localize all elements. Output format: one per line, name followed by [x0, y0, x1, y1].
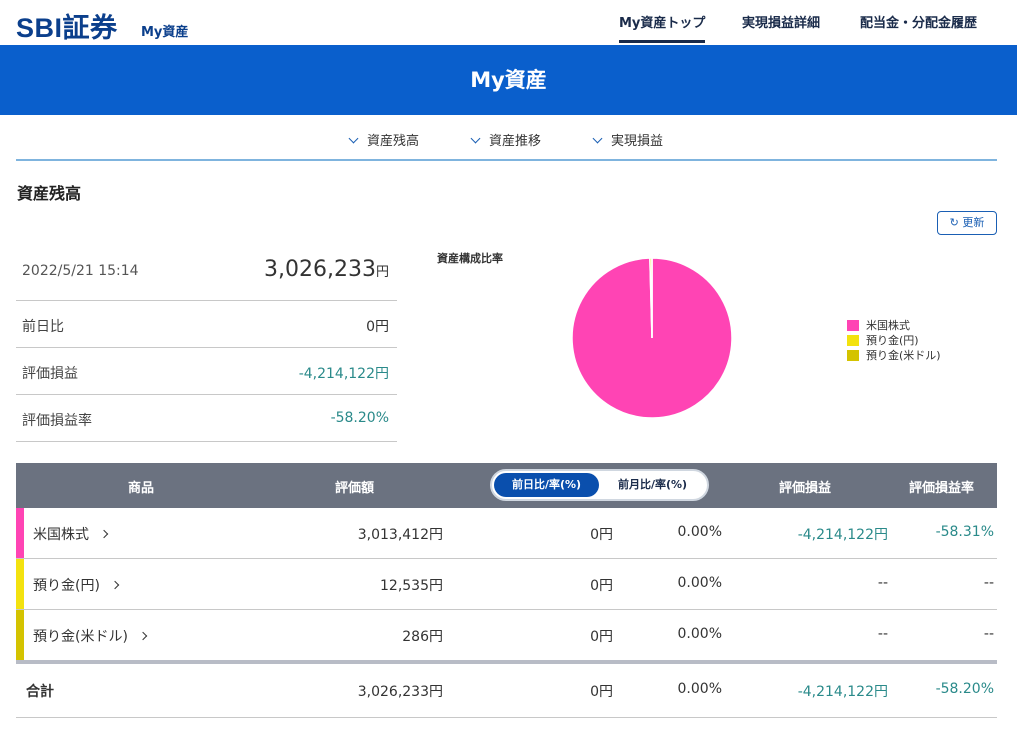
- summary-label: 評価損益: [22, 366, 78, 382]
- chevron-down-icon: [470, 133, 481, 144]
- row-pl-rate: --: [983, 575, 994, 591]
- table-header: 商品 評価額 前日比/率(%) 前月比/率(%) 評価損益 評価損益率: [16, 463, 997, 508]
- summary-value: -58.20%: [330, 410, 389, 426]
- col-pl: 評価損益: [779, 481, 832, 496]
- total-diff: 0円: [590, 684, 613, 700]
- legend-swatch: [847, 350, 859, 361]
- comparison-toggle[interactable]: 前日比/率(%) 前月比/率(%): [490, 469, 709, 501]
- row-color-bar: [16, 610, 24, 660]
- row-valuation: 12,535円: [380, 578, 443, 594]
- total-rate: 0.00%: [677, 681, 722, 697]
- legend-label: 預り金(円): [866, 334, 919, 347]
- summary-label: 評価損益率: [22, 413, 92, 429]
- row-product-link[interactable]: 預り金(米ドル): [33, 626, 148, 646]
- anchor-label: 資産残高: [367, 134, 420, 149]
- total-unit: 円: [375, 265, 389, 280]
- page-banner: My資産: [0, 45, 1017, 115]
- row-diff: 0円: [590, 527, 613, 543]
- table-row: 米国株式 3,013,412円 0円 0.00% -4,214,122円 -58…: [16, 508, 997, 559]
- total-row: 合計 3,026,233円 0円 0.00% -4,214,122円 -58.2…: [16, 664, 997, 718]
- row-product-name: 米国株式: [33, 527, 89, 543]
- total-valuation: 3,026,233円: [357, 684, 443, 700]
- legend-label: 米国株式: [866, 319, 910, 332]
- summary-panel: 2022/5/21 15:14 3,026,233円 前日比 0円 評価損益 -…: [16, 241, 397, 442]
- legend-item: 預り金(円): [847, 333, 941, 348]
- asset-composition-pie-chart: [571, 257, 733, 419]
- chevron-right-icon: [99, 529, 109, 539]
- row-product-link[interactable]: 米国株式: [33, 524, 109, 544]
- anchor-nav: 資産残高 資産推移 実現損益: [16, 115, 997, 161]
- toggle-daily[interactable]: 前日比/率(%): [494, 473, 599, 497]
- toggle-monthly[interactable]: 前月比/率(%): [600, 473, 705, 497]
- chart-title: 資産構成比率: [437, 252, 503, 265]
- row-rate: 0.00%: [677, 626, 722, 642]
- col-pl-rate: 評価損益率: [909, 481, 975, 496]
- row-pl-rate: --: [983, 626, 994, 642]
- top-header: SBI証券 My資産 My資産トップ 実現損益詳細 配当金・分配金履歴: [0, 0, 1017, 45]
- section-title: 資産残高: [17, 184, 82, 203]
- total-amount: 3,026,233: [264, 257, 376, 282]
- chart-legend: 米国株式預り金(円) 預り金(米ドル): [847, 318, 941, 363]
- summary-datetime: 2022/5/21 15:14: [22, 263, 139, 279]
- col-product: 商品: [128, 481, 155, 496]
- row-rate: 0.00%: [677, 524, 722, 540]
- table-row: 預り金(米ドル) 286円 0円 0.00% -- --: [16, 610, 997, 660]
- summary-label: 前日比: [22, 319, 64, 335]
- chevron-right-icon: [138, 631, 148, 641]
- legend-item: 預り金(米ドル): [847, 348, 941, 363]
- summary-total: 3,026,233円: [264, 257, 389, 282]
- summary-row: 評価損益 -4,214,122円: [16, 348, 397, 395]
- row-product-name: 預り金(円): [33, 578, 100, 594]
- row-product-name: 預り金(米ドル): [33, 629, 128, 645]
- row-valuation: 3,013,412円: [357, 527, 443, 543]
- total-pl-rate: -58.20%: [935, 681, 994, 697]
- row-color-bar: [16, 508, 24, 558]
- row-pl: -4,214,122円: [797, 527, 888, 543]
- total-pl: -4,214,122円: [797, 684, 888, 700]
- legend-swatch: [847, 320, 859, 331]
- summary-row: 評価損益率 -58.20%: [16, 395, 397, 442]
- sbi-logo[interactable]: SBI証券: [16, 6, 118, 45]
- summary-total-row: 2022/5/21 15:14 3,026,233円: [16, 241, 397, 301]
- row-rate: 0.00%: [677, 575, 722, 591]
- legend-label: 預り金(米ドル): [866, 349, 941, 362]
- anchor-label: 資産推移: [489, 134, 542, 149]
- summary-value: -4,214,122円: [298, 366, 389, 382]
- row-diff: 0円: [590, 578, 613, 594]
- row-pl: --: [877, 575, 888, 591]
- row-valuation: 286円: [402, 629, 443, 645]
- table-row: 預り金(円) 12,535円 0円 0.00% -- --: [16, 559, 997, 610]
- row-pl: --: [877, 626, 888, 642]
- legend-item: 米国株式: [847, 318, 941, 333]
- page-title: My資産: [470, 68, 547, 92]
- nav-dividend-history[interactable]: 配当金・分配金履歴: [860, 12, 977, 31]
- nav-realized-pl-detail[interactable]: 実現損益詳細: [742, 12, 820, 31]
- anchor-realized-pl[interactable]: 実現損益: [592, 130, 664, 149]
- row-color-bar: [16, 559, 24, 609]
- col-valuation: 評価額: [335, 481, 375, 496]
- logo-subtitle: My資産: [141, 25, 189, 40]
- anchor-label: 実現損益: [611, 134, 664, 149]
- chevron-down-icon: [592, 133, 603, 144]
- chevron-down-icon: [348, 133, 359, 144]
- anchor-asset-balance[interactable]: 資産残高: [348, 130, 420, 149]
- row-product-link[interactable]: 預り金(円): [33, 575, 120, 595]
- legend-swatch: [847, 335, 859, 346]
- row-pl-rate: -58.31%: [935, 524, 994, 540]
- nav-my-assets-top[interactable]: My資産トップ: [619, 12, 706, 43]
- anchor-asset-trend[interactable]: 資産推移: [470, 130, 542, 149]
- summary-row: 前日比 0円: [16, 301, 397, 348]
- total-label: 合計: [26, 684, 54, 700]
- summary-value: 0円: [366, 319, 389, 335]
- refresh-button[interactable]: ↻ 更新: [937, 211, 997, 235]
- row-diff: 0円: [590, 629, 613, 645]
- chevron-right-icon: [110, 580, 120, 590]
